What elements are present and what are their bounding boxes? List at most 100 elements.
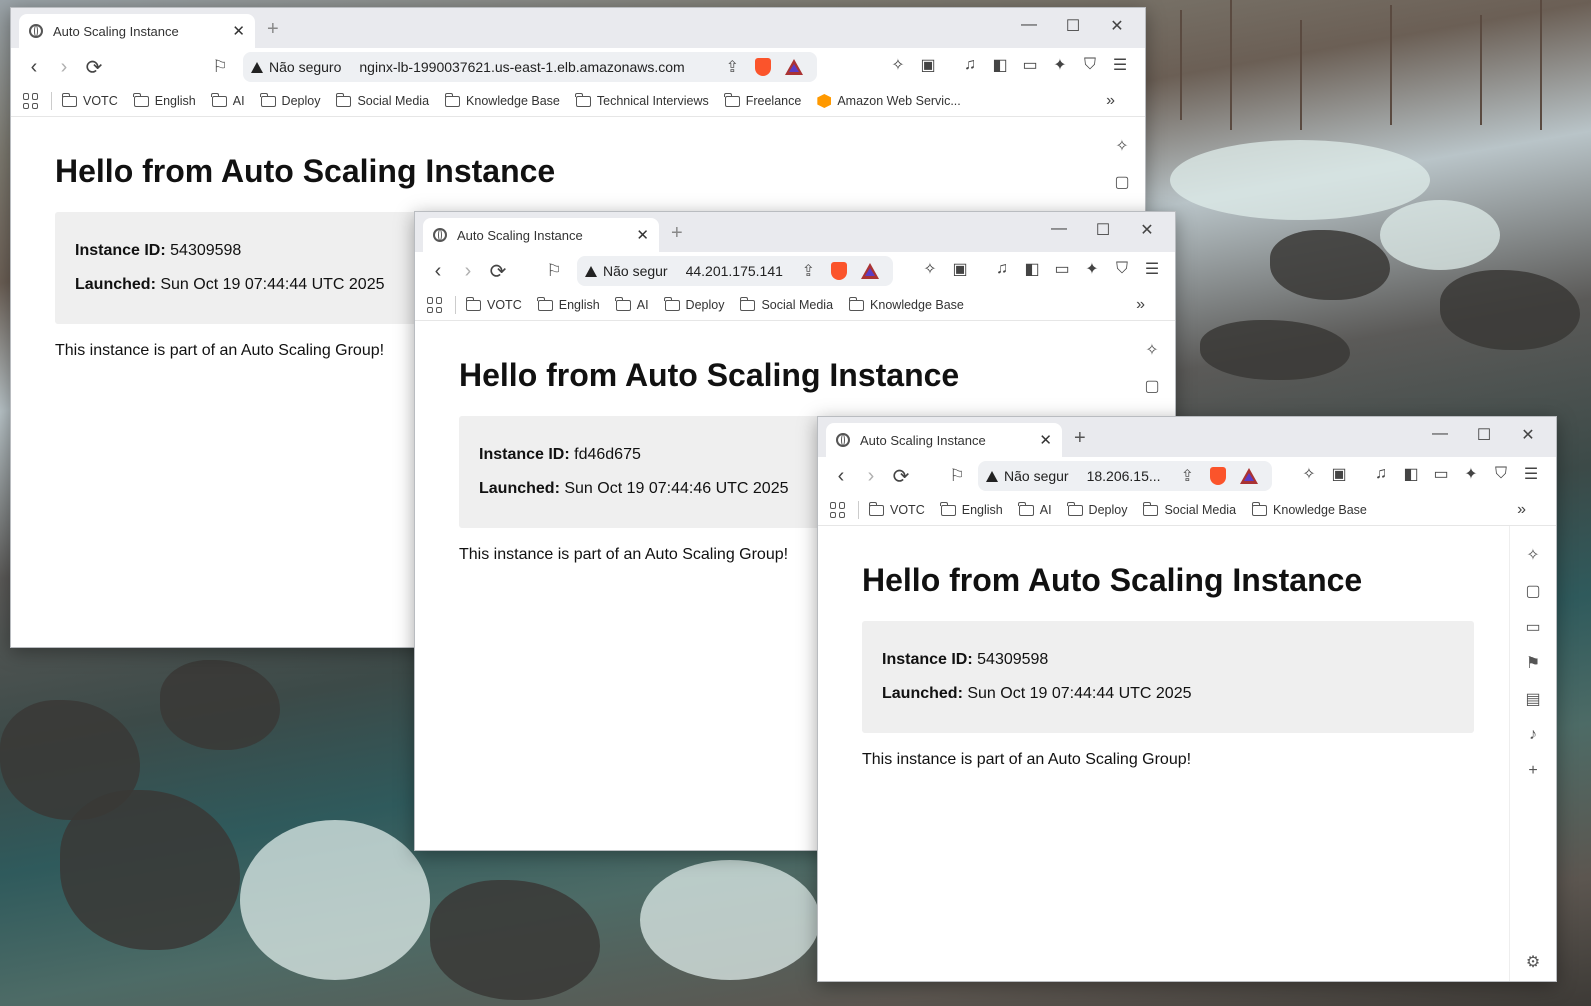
bookmark-social-media[interactable]: Social Media [1142,501,1236,517]
maximize-button[interactable]: ☐ [1051,16,1095,36]
vpn-icon[interactable]: ⛉ [1490,463,1512,485]
new-tab-button[interactable]: + [267,18,279,41]
reading-list-icon[interactable]: ▤ [1522,688,1544,710]
bookmark-icon[interactable]: ⚐ [205,57,235,77]
bookmark-ai[interactable]: AI [615,296,649,312]
leo-ai-icon[interactable]: ✦ [1460,463,1482,485]
bookmark-votc[interactable]: VOTC [61,92,118,108]
playlist-icon[interactable]: ▢ [1111,171,1133,193]
brave-rewards-icon[interactable] [1240,468,1258,484]
new-tab-button[interactable]: + [671,222,683,245]
bookmark-knowledge-base[interactable]: Knowledge Base [444,92,560,108]
sidebar-toggle-icon[interactable]: ◧ [1021,258,1043,280]
back-button[interactable]: ‹ [826,465,856,488]
leo-ai-icon[interactable]: ✦ [1081,258,1103,280]
leo-ai-icon[interactable]: ✦ [1049,54,1071,76]
brave-shields-icon[interactable] [1210,467,1226,485]
browser-tab[interactable]: Auto Scaling Instance ✕ [423,218,659,252]
playlist-icon[interactable]: ▢ [1522,580,1544,602]
reload-button[interactable]: ⟳ [483,259,513,284]
close-tab-icon[interactable]: ✕ [636,226,649,244]
brave-rewards-icon[interactable] [861,263,879,279]
reload-button[interactable]: ⟳ [886,464,916,489]
bookmark-knowledge-base[interactable]: Knowledge Base [848,296,964,312]
apps-icon[interactable] [830,502,846,518]
back-button[interactable]: ‹ [19,56,49,79]
reader-icon[interactable]: ▣ [917,54,939,76]
maximize-button[interactable]: ☐ [1081,220,1125,240]
media-icon[interactable]: ♫ [1370,463,1392,485]
share-icon[interactable]: ⇪ [1181,466,1194,486]
share-icon[interactable]: ⇪ [726,57,739,77]
bookmark-deploy[interactable]: Deploy [260,92,320,108]
bookmark-english[interactable]: English [537,296,600,312]
playlist-icon[interactable]: ▢ [1141,375,1163,397]
more-bookmarks-icon[interactable]: » [1517,501,1526,519]
extensions-icon[interactable]: ✧ [887,54,909,76]
reader-icon[interactable]: ▣ [949,258,971,280]
more-bookmarks-icon[interactable]: » [1106,92,1115,110]
menu-icon[interactable]: ☰ [1109,54,1131,76]
close-tab-icon[interactable]: ✕ [1039,431,1052,449]
sidebar-toggle-icon[interactable]: ◧ [1400,463,1422,485]
add-panel-icon[interactable]: + [1522,760,1544,782]
minimize-button[interactable]: — [1418,425,1462,445]
settings-icon[interactable]: ⚙ [1522,951,1544,973]
wallet-icon[interactable]: ▭ [1019,54,1041,76]
browser-tab[interactable]: Auto Scaling Instance ✕ [19,14,255,48]
minimize-button[interactable]: — [1037,220,1081,240]
reload-button[interactable]: ⟳ [79,55,109,80]
share-icon[interactable]: ⇪ [802,261,815,281]
address-bar[interactable]: Não segur 44.201.175.141 ⇪ [577,256,893,286]
bookmark-icon[interactable]: ⚐ [539,261,569,281]
extensions-icon[interactable]: ✧ [919,258,941,280]
vpn-icon[interactable]: ⛉ [1079,54,1101,76]
close-window-button[interactable]: ✕ [1095,16,1139,36]
media-icon[interactable]: ♫ [959,54,981,76]
bookmarks-panel-icon[interactable]: ⚑ [1522,652,1544,674]
music-icon[interactable]: ♪ [1522,724,1544,746]
leo-icon[interactable]: ✧ [1141,339,1163,361]
back-button[interactable]: ‹ [423,260,453,283]
close-window-button[interactable]: ✕ [1125,220,1169,240]
bookmark-deploy[interactable]: Deploy [664,296,724,312]
bookmark-deploy[interactable]: Deploy [1067,501,1127,517]
close-window-button[interactable]: ✕ [1506,425,1550,445]
bookmark-icon[interactable]: ⚐ [942,466,972,486]
close-tab-icon[interactable]: ✕ [232,22,245,40]
leo-icon[interactable]: ✧ [1111,135,1133,157]
leo-icon[interactable]: ✧ [1522,544,1544,566]
bookmark-aws[interactable]: Amazon Web Servic... [817,94,961,108]
maximize-button[interactable]: ☐ [1462,425,1506,445]
vpn-icon[interactable]: ⛉ [1111,258,1133,280]
minimize-button[interactable]: — [1007,16,1051,36]
sidebar-toggle-icon[interactable]: ◧ [989,54,1011,76]
forward-button[interactable]: › [453,260,483,283]
brave-shields-icon[interactable] [755,58,771,76]
bookmark-english[interactable]: English [133,92,196,108]
reader-icon[interactable]: ▣ [1328,463,1350,485]
new-tab-button[interactable]: + [1074,427,1086,450]
brave-rewards-icon[interactable] [785,59,803,75]
brave-shields-icon[interactable] [831,262,847,280]
apps-icon[interactable] [427,297,443,313]
bookmark-votc[interactable]: VOTC [868,501,925,517]
bookmark-technical-interviews[interactable]: Technical Interviews [575,92,709,108]
forward-button[interactable]: › [856,465,886,488]
more-bookmarks-icon[interactable]: » [1136,296,1145,314]
browser-tab[interactable]: Auto Scaling Instance ✕ [826,423,1062,457]
bookmark-votc[interactable]: VOTC [465,296,522,312]
bookmark-social-media[interactable]: Social Media [739,296,833,312]
extensions-icon[interactable]: ✧ [1298,463,1320,485]
bookmark-social-media[interactable]: Social Media [335,92,429,108]
wallet-icon[interactable]: ▭ [1430,463,1452,485]
address-bar[interactable]: Não seguro nginx-lb-1990037621.us-east-1… [243,52,817,82]
wallet-icon[interactable]: ▭ [1051,258,1073,280]
address-bar[interactable]: Não segur 18.206.15... ⇪ [978,461,1272,491]
bookmark-knowledge-base[interactable]: Knowledge Base [1251,501,1367,517]
bookmark-ai[interactable]: AI [1018,501,1052,517]
menu-icon[interactable]: ☰ [1520,463,1542,485]
menu-icon[interactable]: ☰ [1141,258,1163,280]
wallet-icon[interactable]: ▭ [1522,616,1544,638]
bookmark-ai[interactable]: AI [211,92,245,108]
